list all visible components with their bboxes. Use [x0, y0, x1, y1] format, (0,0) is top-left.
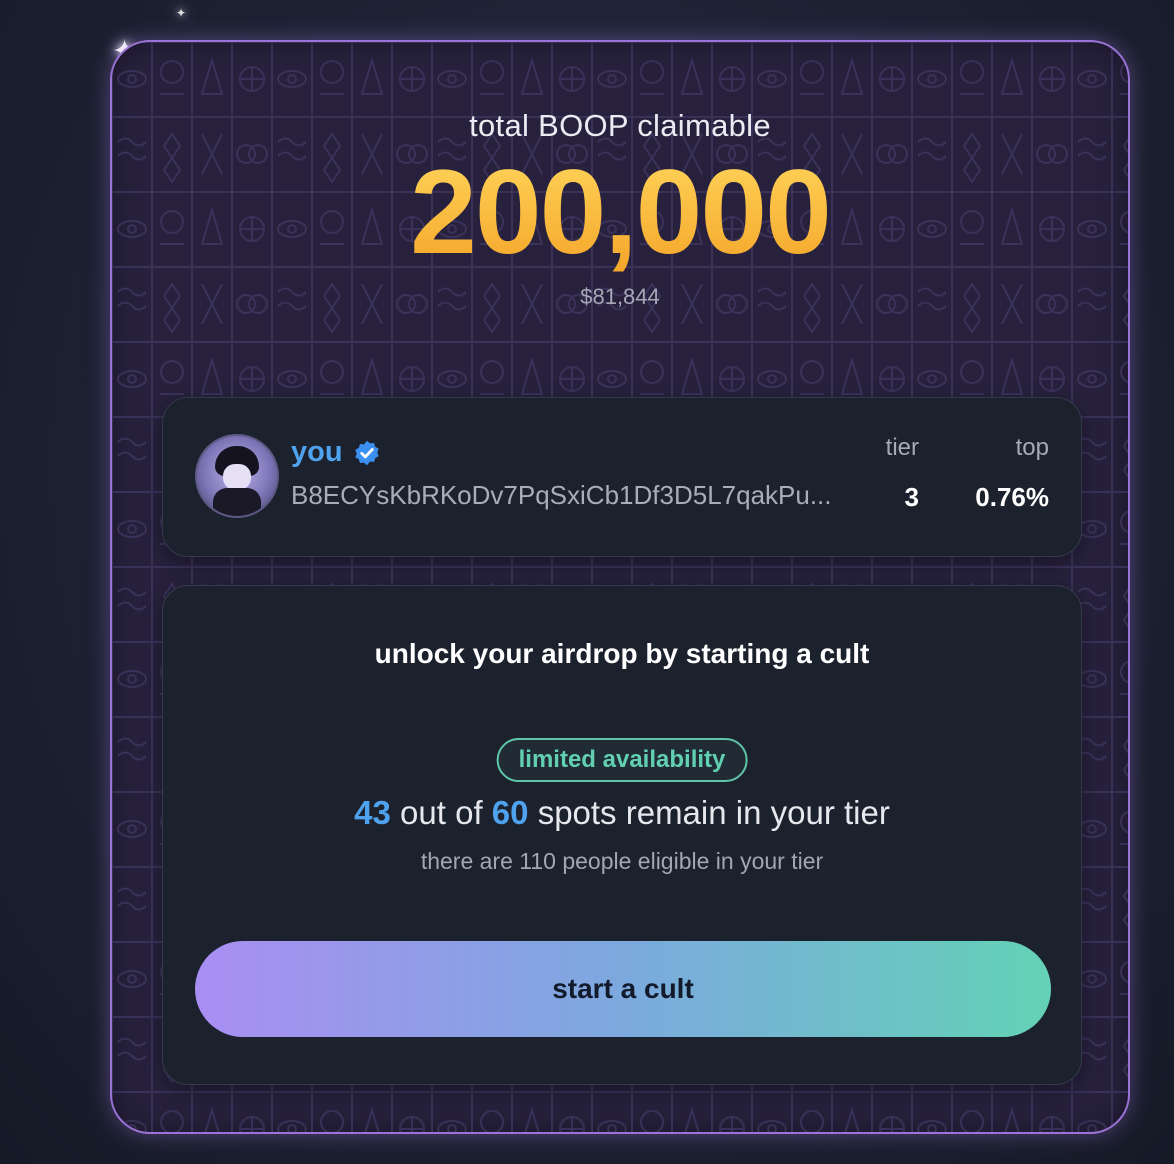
cult-card: unlock your airdrop by starting a cult l…	[162, 585, 1082, 1085]
user-card: you B8ECYsKbRKoDv7PqSxiCb1Df3D5L7qakPu..…	[162, 397, 1082, 557]
tier-value: 3	[904, 482, 919, 512]
tier-label: tier	[885, 434, 919, 461]
eligible-text: there are 110 people eligible in your ti…	[420, 848, 824, 874]
start-cult-button[interactable]: start a cult	[195, 941, 1051, 1037]
claim-card: total BOOP claimable 200,000 $81,844 you…	[110, 40, 1130, 1134]
spots-remaining-count: 43	[354, 794, 391, 831]
spots-mid-text: out of	[400, 794, 483, 831]
user-name-row: you	[291, 436, 381, 469]
sparkle-icon: ✦	[176, 6, 187, 20]
top-label: top	[1015, 434, 1049, 461]
claim-amount: 200,000	[112, 152, 1128, 272]
spots-remaining-text: 43 out of 60 spots remain in your tier	[163, 794, 1081, 832]
cult-title: unlock your airdrop by starting a cult	[374, 638, 870, 669]
user-name: you	[291, 436, 343, 468]
top-percent-value: 0.76%	[975, 482, 1049, 512]
wallet-address: B8ECYsKbRKoDv7PqSxiCb1Df3D5L7qakPu...	[291, 480, 832, 510]
availability-badge: limited availability	[496, 738, 748, 782]
claim-usd-value: $81,844	[580, 284, 660, 309]
spots-total-count: 60	[491, 794, 529, 831]
claim-label: total BOOP claimable	[469, 108, 771, 143]
avatar	[195, 434, 279, 518]
spots-suffix-text: spots remain in your tier	[537, 794, 890, 831]
verified-badge-icon	[354, 440, 379, 465]
claim-header: total BOOP claimable 200,000 $81,844	[112, 108, 1128, 310]
